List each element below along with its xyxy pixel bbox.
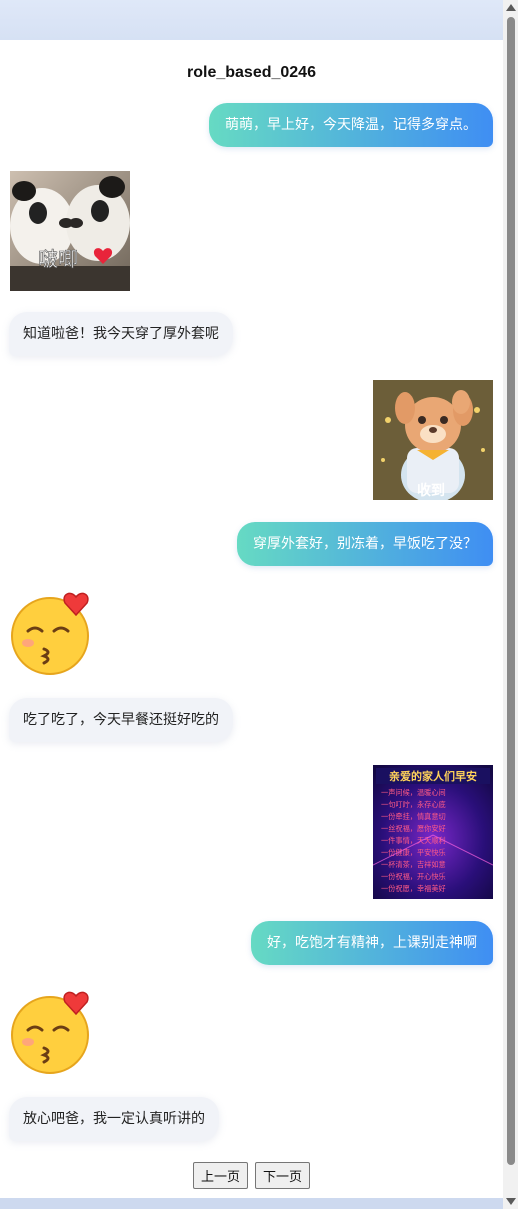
panda-kiss-sticker: 啵唧 <box>10 171 130 291</box>
card-line: 一声问候，温暖心间 <box>381 788 446 797</box>
message-bot-3: 放心吧爸，我一定认真听讲的 <box>9 1097 219 1141</box>
bottom-band <box>0 1198 503 1209</box>
card-title: 亲爱的家人们早安 <box>389 769 477 783</box>
bear-salute-sticker: 收到 <box>373 380 493 500</box>
message-user-2: 穿厚外套好，别冻着，早饭吃了没？ <box>237 522 493 566</box>
top-band <box>0 0 503 40</box>
kissing-face-heart-emoji <box>10 990 96 1076</box>
sticker-caption: 收到 <box>417 482 445 499</box>
kissing-face-heart-emoji <box>10 591 96 677</box>
message-bot-1: 知道啦爸！我今天穿了厚外套呢 <box>9 312 233 356</box>
card-line: 一份祝福，开心快乐 <box>381 872 446 881</box>
next-page-button[interactable]: 下一页 <box>255 1162 311 1189</box>
card-line: 一份祝愿，幸福美好 <box>381 884 446 893</box>
pagination: 上一页 下一页 <box>0 1162 503 1189</box>
message-bot-2: 吃了吃了，今天早餐还挺好吃的 <box>9 698 233 742</box>
bot-bubble: 知道啦爸！我今天穿了厚外套呢 <box>9 312 233 356</box>
good-morning-family-card: 亲爱的家人们早安 一声问候，温暖心间 一句叮咛，永存心底 一份牵挂，情真意切 一… <box>373 765 493 899</box>
user-bubble: 穿厚外套好，别冻着，早饭吃了没？ <box>237 522 493 566</box>
scrollbar-thumb[interactable] <box>507 17 515 1165</box>
user-bubble: 萌萌，早上好，今天降温，记得多穿点。 <box>209 103 493 147</box>
message-user-1: 萌萌，早上好，今天降温，记得多穿点。 <box>209 103 493 147</box>
card-line: 一杯清茶，吉祥如意 <box>381 860 446 869</box>
card-line: 一件事情，天天顺利 <box>381 836 446 845</box>
bot-bubble: 吃了吃了，今天早餐还挺好吃的 <box>9 698 233 742</box>
scroll-up-icon[interactable] <box>506 4 516 11</box>
scroll-down-icon[interactable] <box>506 1198 516 1205</box>
bot-bubble: 放心吧爸，我一定认真听讲的 <box>9 1097 219 1141</box>
chat-page: role_based_0246 萌萌，早上好，今天降温，记得多穿点。 啵唧 知道… <box>0 40 503 1198</box>
card-line: 一句叮咛，永存心底 <box>381 800 446 809</box>
card-line: 一份牵挂，情真意切 <box>381 812 446 821</box>
card-line: 一丝祝福，愿你安好 <box>381 824 446 833</box>
message-user-3: 好，吃饱才有精神，上课别走神啊 <box>251 921 493 965</box>
page-title: role_based_0246 <box>187 64 316 81</box>
prev-page-button[interactable]: 上一页 <box>192 1162 248 1189</box>
sticker-caption: 啵唧 <box>38 247 78 271</box>
user-bubble: 好，吃饱才有精神，上课别走神啊 <box>251 921 493 965</box>
vertical-scrollbar[interactable] <box>503 0 518 1209</box>
